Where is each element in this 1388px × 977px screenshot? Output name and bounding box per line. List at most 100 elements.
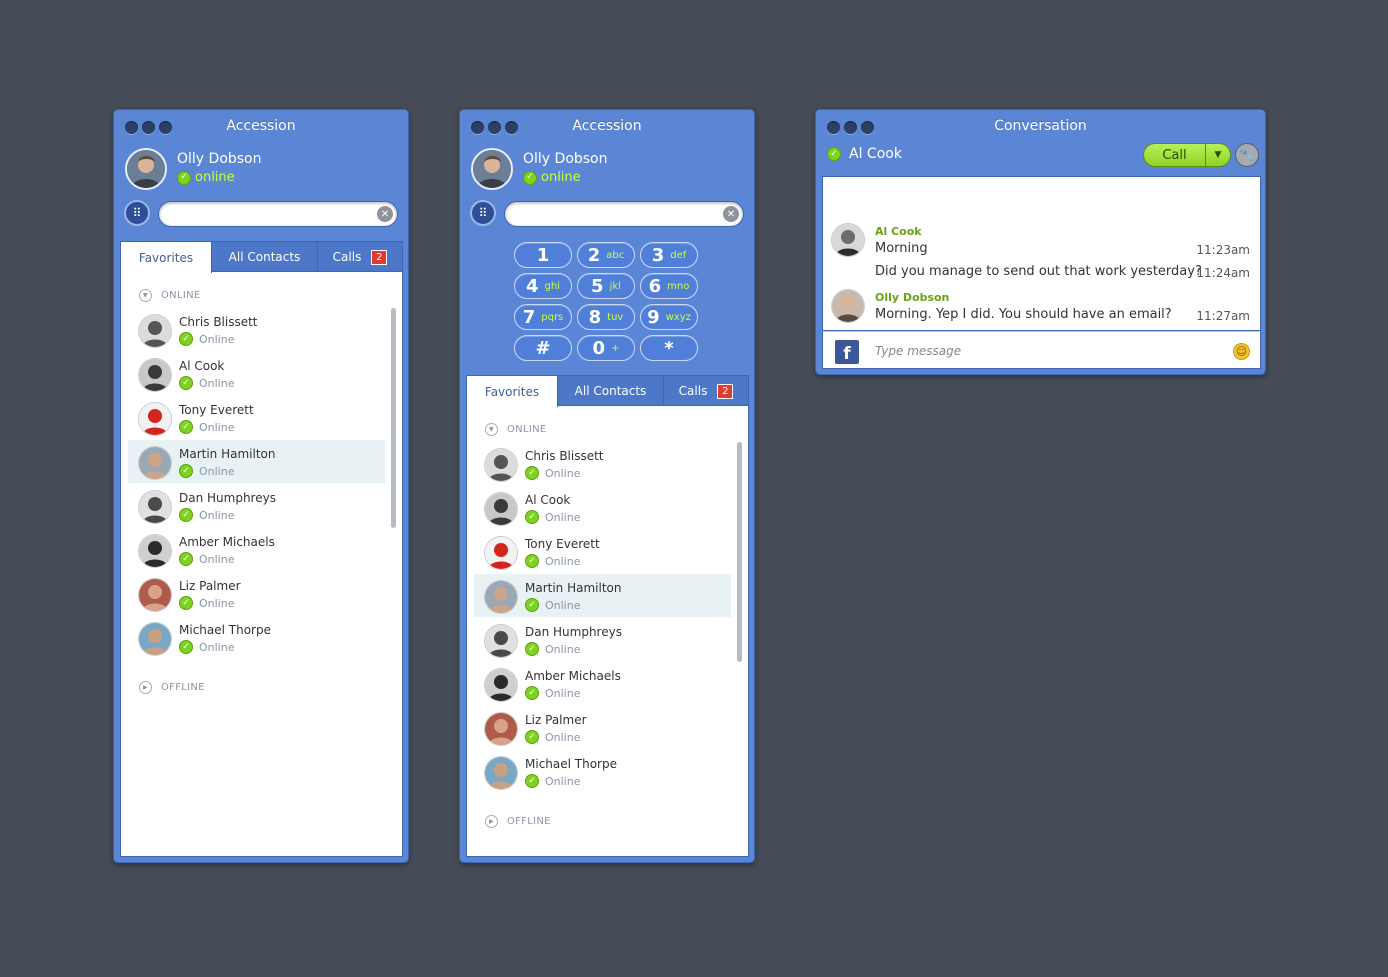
section-offline[interactable]: ▶ OFFLINE	[485, 815, 551, 828]
contact-row[interactable]: Dan Humphreys ✓ Online	[474, 618, 731, 661]
contact-status: ✓ Online	[179, 552, 234, 566]
tab-calls[interactable]: Calls 2	[664, 376, 748, 406]
settings-wrench-icon[interactable]: 🔧	[1235, 143, 1259, 167]
message-sender: Olly Dobson	[875, 291, 950, 304]
contact-row[interactable]: Chris Blissett ✓ Online	[474, 442, 731, 485]
dialpad-key[interactable]: 6 mno	[640, 273, 698, 299]
online-check-icon: ✓	[179, 376, 193, 390]
user-status[interactable]: ✓ online	[523, 170, 581, 185]
scrollbar-thumb[interactable]	[391, 308, 396, 528]
tab-favorites[interactable]: Favorites	[467, 376, 558, 407]
contact-name: Amber Michaels	[525, 669, 621, 683]
keypad-toggle-icon[interactable]: ⠿	[470, 200, 496, 226]
contact-avatar	[484, 536, 518, 570]
call-button[interactable]: Call	[1144, 144, 1206, 166]
contact-row[interactable]: Tony Everett ✓ Online	[474, 530, 731, 573]
contact-name: Tony Everett	[525, 537, 600, 551]
contact-row[interactable]: Dan Humphreys ✓ Online	[128, 484, 385, 527]
clear-search-icon[interactable]: ✕	[377, 206, 393, 222]
section-offline[interactable]: ▶ OFFLINE	[139, 681, 205, 694]
user-avatar[interactable]	[125, 148, 167, 190]
contact-row[interactable]: Liz Palmer ✓ Online	[474, 706, 731, 749]
accession-window-dialpad: Accession Olly Dobson ✓ online ⠿ ✕ 1 2 abc…	[459, 109, 755, 863]
dialpad-key[interactable]: *	[640, 335, 698, 361]
dialpad-key[interactable]: 8 tuv	[577, 304, 635, 330]
contact-status-label: Online	[545, 510, 581, 524]
online-check-icon: ✓	[525, 466, 539, 480]
dialpad-letters: abc	[606, 249, 625, 261]
contact-name: Tony Everett	[179, 403, 254, 417]
scrollbar-thumb[interactable]	[737, 442, 742, 662]
contact-avatar	[138, 358, 172, 392]
contact-list: ▼ ONLINE Chris Blissett ✓ Online Al Cook ✓ On…	[467, 406, 748, 856]
window-title: Accession	[572, 118, 642, 134]
contact-status: ✓ Online	[179, 332, 234, 346]
clear-search-icon[interactable]: ✕	[723, 206, 739, 222]
contact-status-label: Online	[545, 774, 581, 788]
section-online-label: ONLINE	[507, 424, 547, 435]
contact-name: Martin Hamilton	[525, 581, 622, 595]
contact-row[interactable]: Liz Palmer ✓ Online	[128, 572, 385, 615]
call-dropdown-icon[interactable]: ▼	[1206, 144, 1230, 166]
online-check-icon: ✓	[525, 730, 539, 744]
accession-window-contacts: Accession Olly Dobson ✓ online ⠿ ✕ Favor…	[113, 109, 409, 863]
dialpad-key[interactable]: 5 jkl	[577, 273, 635, 299]
contact-row[interactable]: Chris Blissett ✓ Online	[128, 308, 385, 351]
smiley-icon[interactable]: ☺	[1233, 343, 1250, 360]
contact-name: Dan Humphreys	[525, 625, 622, 639]
contact-status-label: Online	[545, 686, 581, 700]
contact-row[interactable]: Amber Michaels ✓ Online	[128, 528, 385, 571]
tab-all-contacts[interactable]: All Contacts	[212, 242, 318, 272]
dialpad-key[interactable]: 1	[514, 242, 572, 268]
contact-avatar	[484, 580, 518, 614]
olly-dobson-avatar	[831, 289, 865, 323]
contact-row[interactable]: Michael Thorpe ✓ Online	[128, 616, 385, 659]
dialpad-letters: pqrs	[541, 311, 564, 323]
dialpad-key[interactable]: 7 pqrs	[514, 304, 572, 330]
dialpad-digit: 2	[587, 244, 601, 266]
dialpad-key[interactable]: 4 ghi	[514, 273, 572, 299]
tab-calls-label: Calls	[332, 250, 362, 264]
user-status[interactable]: ✓ online	[177, 170, 235, 185]
dialpad-letters: jkl	[609, 280, 621, 292]
contact-row[interactable]: Tony Everett ✓ Online	[128, 396, 385, 439]
contact-status: ✓ Online	[525, 642, 580, 656]
dialpad-key[interactable]: #	[514, 335, 572, 361]
calls-count-badge: 2	[371, 249, 388, 265]
user-avatar[interactable]	[471, 148, 513, 190]
dialpad-key[interactable]: 9 wxyz	[640, 304, 698, 330]
search-input[interactable]	[517, 203, 717, 225]
section-online[interactable]: ▼ ONLINE	[485, 423, 546, 436]
conversation-window: Conversation ✓ Al Cook Call ▼ 🔧 Al Cook …	[815, 109, 1266, 375]
tab-calls[interactable]: Calls 2	[318, 242, 402, 272]
contact-name: Liz Palmer	[525, 713, 587, 727]
section-offline-label: OFFLINE	[507, 816, 551, 827]
dialpad-key[interactable]: 0 +	[577, 335, 635, 361]
contact-row[interactable]: Al Cook ✓ Online	[474, 486, 731, 529]
dialpad-key[interactable]: 2 abc	[577, 242, 635, 268]
contact-row[interactable]: Al Cook ✓ Online	[128, 352, 385, 395]
message-input[interactable]	[875, 341, 1215, 361]
message-time: 11:23am	[1196, 243, 1250, 257]
contact-status: ✓ Online	[179, 596, 234, 610]
tab-all-contacts[interactable]: All Contacts	[558, 376, 664, 406]
contact-row[interactable]: Michael Thorpe ✓ Online	[474, 750, 731, 793]
dialpad-key[interactable]: 3 def	[640, 242, 698, 268]
contact-status: ✓ Online	[525, 466, 580, 480]
tab-favorites[interactable]: Favorites	[121, 242, 212, 273]
search-input[interactable]	[171, 203, 371, 225]
dialpad-letters: wxyz	[665, 311, 691, 323]
contact-row[interactable]: Martin Hamilton ✓ Online	[128, 440, 385, 483]
contact-status: ✓ Online	[525, 598, 580, 612]
contact-status-label: Online	[545, 730, 581, 744]
contact-status: ✓ Online	[525, 554, 580, 568]
online-check-icon: ✓	[525, 686, 539, 700]
section-online[interactable]: ▼ ONLINE	[139, 289, 200, 302]
keypad-toggle-icon[interactable]: ⠿	[124, 200, 150, 226]
user-status-label: online	[195, 170, 235, 185]
facebook-icon[interactable]: f	[835, 340, 859, 364]
online-check-icon: ✓	[827, 147, 841, 161]
contact-row[interactable]: Martin Hamilton ✓ Online	[474, 574, 731, 617]
tab-favorites-label: Favorites	[484, 384, 540, 399]
contact-row[interactable]: Amber Michaels ✓ Online	[474, 662, 731, 705]
